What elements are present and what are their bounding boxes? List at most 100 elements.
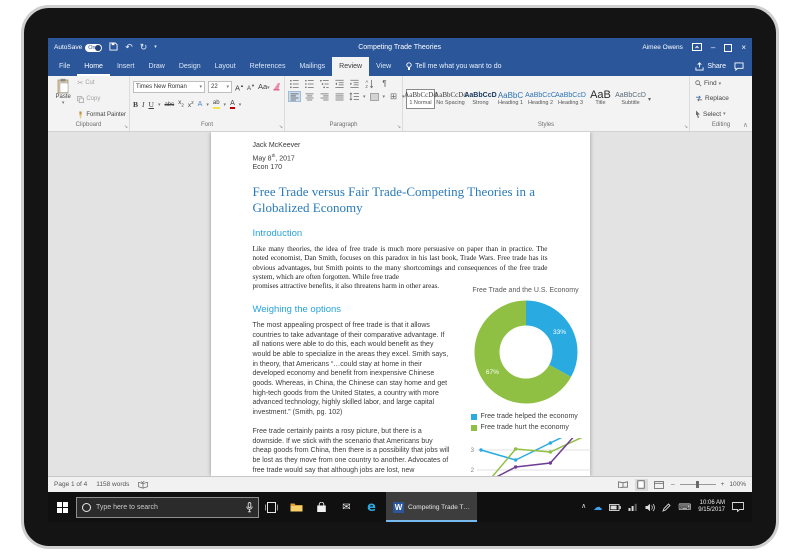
shrink-font-button[interactable]: A▼ — [247, 81, 255, 94]
read-mode-button[interactable] — [617, 479, 630, 491]
underline-button[interactable]: U — [149, 100, 154, 110]
tab-insert[interactable]: Insert — [110, 57, 142, 76]
style-heading-3[interactable]: AaBbCcD Heading 3 — [556, 89, 585, 109]
user-name[interactable]: Aimee Owens — [642, 44, 682, 51]
tab-references[interactable]: References — [243, 57, 293, 76]
style-heading-2[interactable]: AaBbCcC Heading 2 — [526, 89, 555, 109]
restore-button[interactable] — [724, 44, 732, 52]
style-no-spacing[interactable]: AaBbCcDd No Spacing — [436, 89, 465, 109]
taskbar-search-input[interactable]: Type here to search — [76, 497, 259, 518]
line-chart[interactable]: 123 — [465, 438, 591, 476]
font-color-button[interactable]: A — [230, 100, 235, 109]
proofing-errors-icon[interactable] — [138, 481, 148, 489]
style-normal[interactable]: AaBbCcDd 1 Normal — [406, 89, 435, 109]
paragraph-dialog-launcher[interactable]: ↘ — [397, 125, 401, 130]
tab-file[interactable]: File — [52, 57, 77, 76]
find-button[interactable]: Find▾ — [695, 80, 729, 87]
clear-formatting-icon[interactable] — [273, 78, 282, 96]
cut-button[interactable]: ✂ Cut — [77, 79, 126, 87]
redo-icon[interactable]: ↻ — [140, 43, 148, 52]
style-title[interactable]: AaB Title — [586, 89, 615, 109]
pen-icon[interactable] — [662, 503, 671, 512]
style-subtitle[interactable]: AaBbCcD Subtitle — [616, 89, 645, 109]
tab-mailings[interactable]: Mailings — [292, 57, 332, 76]
comments-icon[interactable] — [734, 62, 744, 71]
document-page[interactable]: Jack McKeever May 8th, 2017 Econ 170 Fre… — [211, 132, 590, 476]
touch-keyboard-icon[interactable]: ⌨ — [678, 502, 691, 513]
action-center-icon[interactable] — [732, 502, 744, 512]
zoom-out-button[interactable]: – — [671, 481, 675, 488]
tab-layout[interactable]: Layout — [208, 57, 243, 76]
text-effects-button[interactable]: A — [198, 100, 203, 110]
save-icon[interactable] — [109, 42, 118, 53]
change-case-button[interactable]: Aa▾ — [258, 82, 270, 93]
styles-dialog-launcher[interactable]: ↘ — [684, 125, 688, 130]
align-center-button[interactable] — [303, 91, 316, 102]
justify-button[interactable] — [333, 91, 346, 102]
zoom-slider-knob[interactable] — [696, 481, 699, 488]
microsoft-store-button[interactable] — [309, 492, 334, 522]
tray-overflow-chevron-icon[interactable]: ∧ — [581, 502, 586, 512]
font-dialog-launcher[interactable]: ↘ — [279, 125, 283, 130]
doughnut-chart[interactable]: 33%67% — [474, 300, 578, 404]
zoom-level[interactable]: 100% — [729, 481, 746, 488]
web-layout-button[interactable] — [653, 479, 666, 491]
italic-button[interactable]: I — [142, 100, 145, 110]
page-indicator[interactable]: Page 1 of 4 — [54, 481, 87, 488]
battery-icon[interactable] — [609, 504, 621, 511]
line-spacing-button[interactable] — [348, 91, 361, 102]
font-size-combobox[interactable]: 22▾ — [208, 81, 232, 93]
paste-button[interactable]: Paste ▾ — [51, 78, 75, 120]
multilevel-list-button[interactable] — [318, 78, 331, 89]
tell-me-box[interactable]: Tell me what you want to do — [406, 57, 501, 76]
speaker-icon[interactable] — [645, 503, 655, 512]
onedrive-cloud-icon[interactable]: ☁ — [593, 502, 602, 513]
word-count[interactable]: 1158 words — [96, 481, 129, 488]
underline-caret[interactable]: ▾ — [158, 102, 161, 108]
strikethrough-button[interactable]: abc — [164, 100, 174, 110]
show-marks-button[interactable]: ¶ — [378, 78, 391, 89]
paste-dropdown-caret[interactable]: ▾ — [62, 100, 65, 106]
zoom-in-button[interactable]: + — [721, 481, 725, 488]
replace-button[interactable]: Replace — [695, 95, 729, 102]
grow-font-button[interactable]: A▲ — [235, 81, 244, 94]
format-painter-button[interactable]: Format Painter — [77, 111, 126, 119]
tab-design[interactable]: Design — [172, 57, 208, 76]
close-button[interactable]: × — [741, 44, 746, 52]
numbering-button[interactable] — [303, 78, 316, 89]
style-heading-1[interactable]: AaBbC Heading 1 — [496, 89, 525, 109]
start-button[interactable] — [48, 492, 76, 522]
undo-icon[interactable]: ↶ — [125, 43, 133, 52]
ribbon-display-options-icon[interactable] — [692, 43, 702, 53]
document-canvas[interactable]: Jack McKeever May 8th, 2017 Econ 170 Fre… — [48, 132, 752, 476]
tab-draw[interactable]: Draw — [141, 57, 171, 76]
microphone-icon[interactable] — [246, 502, 253, 513]
minimize-button[interactable]: – — [711, 44, 715, 52]
clipboard-dialog-launcher[interactable]: ↘ — [124, 125, 128, 130]
increase-indent-button[interactable] — [348, 78, 361, 89]
superscript-button[interactable]: x2 — [188, 98, 194, 111]
mail-button[interactable]: ✉ — [334, 492, 359, 522]
style-strong[interactable]: AaBbCcD Strong — [466, 89, 495, 109]
borders-button[interactable]: ⊞ — [387, 91, 400, 102]
autosave-toggle[interactable]: AutoSave On — [54, 44, 102, 52]
taskbar-word-button[interactable]: W Competing Trade T… — [386, 492, 477, 522]
align-left-button[interactable] — [288, 91, 301, 102]
align-right-button[interactable] — [318, 91, 331, 102]
bullets-button[interactable] — [288, 78, 301, 89]
task-view-button[interactable] — [259, 492, 284, 522]
file-explorer-button[interactable] — [284, 492, 309, 522]
shading-button[interactable] — [368, 91, 381, 102]
collapse-ribbon-icon[interactable]: ∧ — [743, 121, 748, 129]
tab-review[interactable]: Review — [332, 57, 369, 76]
copy-button[interactable]: Copy — [77, 96, 126, 103]
taskbar-clock[interactable]: 10:06 AM 9/15/2017 — [698, 500, 725, 514]
sort-button[interactable]: AZ — [363, 78, 376, 89]
select-button[interactable]: Select▾ — [695, 110, 729, 118]
share-button[interactable]: Share — [695, 62, 726, 71]
font-name-combobox[interactable]: Times New Roman▾ — [133, 81, 205, 93]
highlight-button[interactable]: ab — [213, 100, 220, 109]
bold-button[interactable]: B — [133, 100, 138, 110]
network-icon[interactable] — [628, 503, 638, 511]
edge-button[interactable]: e — [359, 492, 384, 522]
